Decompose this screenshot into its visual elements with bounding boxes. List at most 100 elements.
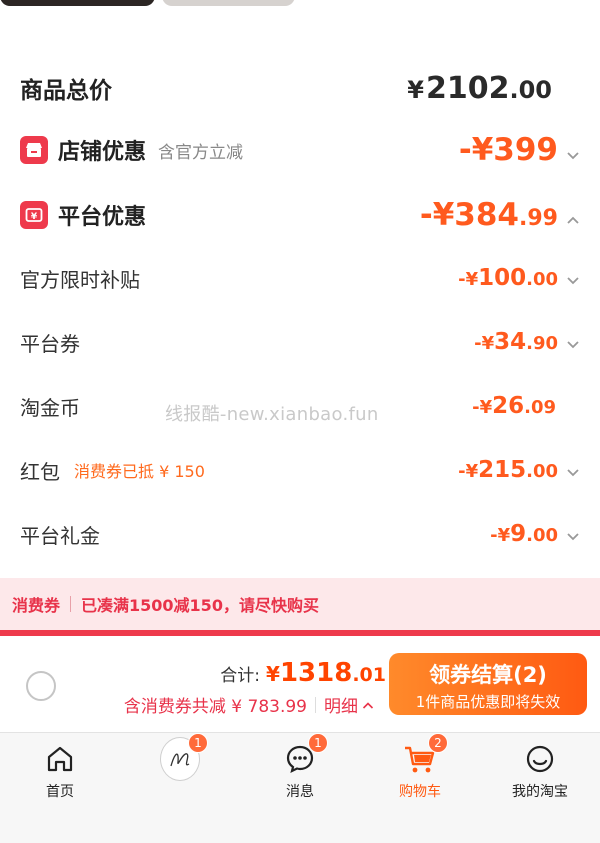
chevron-up-icon[interactable] bbox=[362, 695, 374, 715]
cart-icon: 2 bbox=[400, 733, 448, 779]
discount-item-label: 平台券 bbox=[20, 331, 80, 356]
tab-cart[interactable]: 2 购物车 bbox=[360, 733, 480, 807]
discount-item-amount: -¥ 100 .00 bbox=[458, 265, 580, 291]
top-thumbnails bbox=[0, 0, 600, 8]
divider bbox=[315, 696, 316, 713]
detail-link[interactable]: 明细 bbox=[324, 692, 358, 717]
discount-item-prefix: -¥ bbox=[474, 333, 495, 354]
notification-badge: 2 bbox=[428, 733, 448, 753]
discount-item-row[interactable]: 平台券 -¥ 34 .90 bbox=[20, 322, 580, 362]
notification-badge: 1 bbox=[308, 733, 328, 753]
sum-currency: ¥ bbox=[266, 662, 280, 686]
platform-discount-prefix: -¥ bbox=[419, 197, 455, 233]
tab-label: 我的淘宝 bbox=[512, 784, 568, 800]
product-thumbnail[interactable] bbox=[162, 0, 295, 6]
svg-text:¥: ¥ bbox=[31, 212, 38, 222]
coupon-notice-bar: 消费券 已凑满1500减150，请尽快购买 bbox=[0, 578, 600, 630]
discount-item-prefix: -¥ bbox=[458, 461, 479, 482]
discount-item-label: 官方限时补贴 bbox=[20, 267, 140, 292]
message-icon: 1 bbox=[280, 733, 328, 779]
discount-item-decimal: .00 bbox=[526, 269, 558, 290]
discount-item-prefix: -¥ bbox=[472, 397, 493, 418]
tab-my-taobao[interactable]: 我的淘宝 bbox=[480, 737, 600, 807]
shop-discount-subtitle: 含官方立减 bbox=[158, 142, 244, 163]
profile-icon bbox=[520, 739, 560, 779]
discount-item-row[interactable]: 红包 消费券已抵 ¥ 150 -¥ 215 .00 bbox=[20, 450, 580, 490]
divider bbox=[70, 596, 72, 612]
coupon-notice-text: 已凑满1500减150，请尽快购买 bbox=[81, 596, 319, 615]
tab-avatar[interactable]: 1 bbox=[120, 733, 240, 807]
bottom-tab-bar: 首页 1 1 消息 2 购物车 我的淘宝 bbox=[0, 732, 600, 843]
coupon-icon: ¥ bbox=[20, 201, 48, 229]
tab-home[interactable]: 首页 bbox=[0, 737, 120, 807]
saved-text: 含消费券共减 ¥ 783.99 bbox=[123, 697, 307, 717]
platform-discount-row[interactable]: ¥ 平台优惠 -¥ 384 .99 bbox=[20, 193, 580, 237]
sum-label: 合计: bbox=[220, 666, 261, 686]
chevron-down-icon[interactable] bbox=[566, 467, 580, 477]
platform-discount-amount: -¥ 384 .99 bbox=[420, 197, 580, 233]
shop-icon bbox=[20, 136, 48, 164]
discount-item-prefix: -¥ bbox=[490, 525, 511, 546]
chevron-down-icon[interactable] bbox=[566, 275, 580, 285]
shop-discount-prefix: -¥ bbox=[458, 132, 494, 168]
discount-item-amount: -¥ 215 .00 bbox=[458, 457, 580, 483]
sum-integer: 1318 bbox=[279, 658, 353, 688]
discount-item-integer: 100 bbox=[478, 265, 527, 291]
shop-discount-title: 店铺优惠 bbox=[58, 140, 147, 165]
chevron-down-icon[interactable] bbox=[566, 339, 580, 349]
checkout-bar: 合计: ¥1318.01 含消费券共减 ¥ 783.99 明细 领券结算(2) … bbox=[0, 636, 600, 732]
home-icon bbox=[40, 739, 80, 779]
discount-item-prefix: -¥ bbox=[458, 269, 479, 290]
notification-badge: 1 bbox=[188, 733, 208, 753]
coupon-tag: 消费券 bbox=[12, 596, 61, 615]
tab-label: 购物车 bbox=[399, 784, 441, 800]
total-currency: ¥ bbox=[407, 75, 424, 104]
shop-discount-integer: 399 bbox=[493, 132, 558, 168]
select-all-radio[interactable] bbox=[26, 671, 56, 701]
saved-line: 含消费券共减 ¥ 783.99 明细 bbox=[124, 692, 374, 717]
platform-discount-title: 平台优惠 bbox=[58, 205, 147, 230]
checkout-button-label: 领券结算(2) bbox=[429, 663, 547, 687]
total-row: 商品总价 ¥ 2102 .00 bbox=[20, 66, 580, 110]
avatar-icon: 1 bbox=[160, 733, 208, 781]
discount-item-integer: 26 bbox=[492, 393, 525, 419]
tab-label: 消息 bbox=[286, 784, 314, 800]
discount-item-sub: 消费券已抵 ¥ 150 bbox=[74, 462, 205, 481]
tab-label: 首页 bbox=[46, 784, 74, 800]
discount-item-label: 红包 bbox=[20, 459, 60, 484]
shop-discount-row[interactable]: 店铺优惠 含官方立减 -¥ 399 bbox=[20, 128, 580, 172]
total-amount: ¥ 2102 .00 bbox=[407, 71, 552, 106]
discount-item-label: 平台礼金 bbox=[20, 523, 100, 548]
chevron-down-icon[interactable] bbox=[566, 531, 580, 541]
price-breakdown-panel: 商品总价 ¥ 2102 .00 店铺优惠 含官方立减 -¥ 399 ¥ 平台优惠… bbox=[0, 8, 600, 578]
chevron-down-icon[interactable] bbox=[566, 150, 580, 160]
total-decimal: .00 bbox=[509, 75, 552, 104]
discount-item-decimal: .00 bbox=[526, 525, 558, 546]
tab-messages[interactable]: 1 消息 bbox=[240, 733, 360, 807]
discount-item-decimal: .09 bbox=[524, 397, 556, 418]
checkout-button[interactable]: 领券结算(2) 1件商品优惠即将失效 bbox=[389, 653, 587, 715]
discount-item-amount: -¥ 9 .00 bbox=[490, 521, 580, 547]
sum-amount: ¥1318.01 bbox=[266, 658, 386, 688]
discount-item-amount: -¥ 34 .90 bbox=[474, 329, 580, 355]
shop-discount-amount: -¥ 399 bbox=[459, 132, 580, 168]
discount-item-label: 淘金币 bbox=[20, 395, 80, 420]
discount-item-row[interactable]: 官方限时补贴 -¥ 100 .00 bbox=[20, 258, 580, 298]
discount-item-row[interactable]: 平台礼金 -¥ 9 .00 bbox=[20, 514, 580, 554]
discount-item-integer: 9 bbox=[510, 521, 527, 547]
total-label: 商品总价 bbox=[20, 78, 112, 104]
checkout-button-sublabel: 1件商品优惠即将失效 bbox=[415, 693, 561, 711]
watermark-text: 线报酷-new.xianbao.fun bbox=[165, 404, 379, 425]
chevron-up-icon[interactable] bbox=[566, 215, 580, 225]
product-thumbnail[interactable] bbox=[0, 0, 155, 6]
platform-discount-decimal: .99 bbox=[519, 206, 558, 231]
sum-decimal: .01 bbox=[352, 664, 386, 686]
discount-item-integer: 34 bbox=[494, 329, 527, 355]
discount-item-decimal: .90 bbox=[526, 333, 558, 354]
discount-item-decimal: .00 bbox=[526, 461, 558, 482]
total-integer: 2102 bbox=[425, 70, 510, 106]
discount-item-integer: 215 bbox=[478, 457, 527, 483]
platform-discount-integer: 384 bbox=[454, 197, 520, 233]
sum-line: 合计: ¥1318.01 bbox=[220, 658, 386, 688]
discount-item-amount: -¥ 26 .09 bbox=[472, 393, 556, 419]
